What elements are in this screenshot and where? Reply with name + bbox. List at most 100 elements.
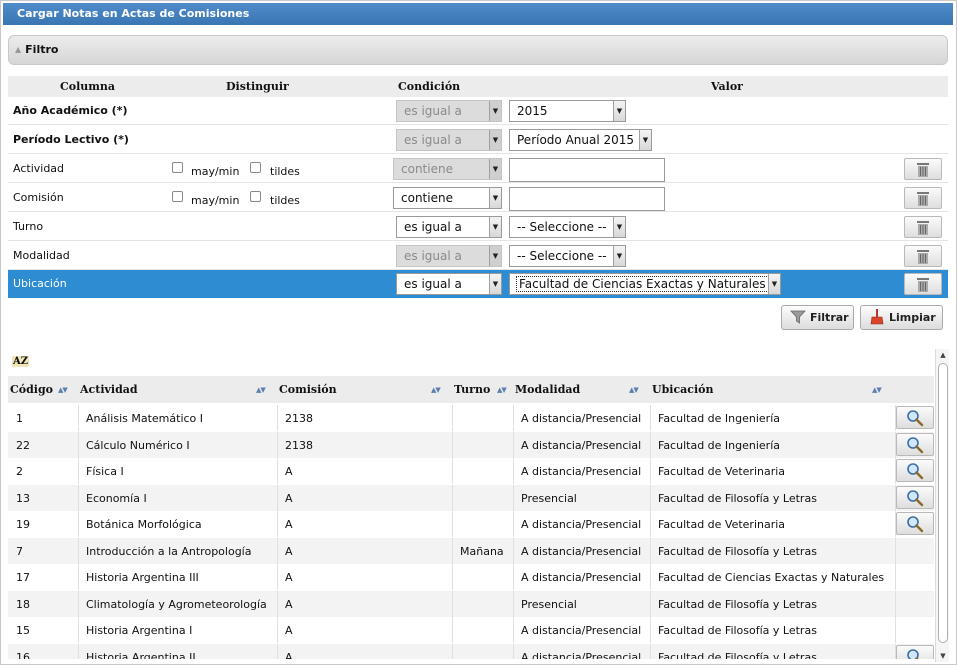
sort-arrows-icon[interactable]: ▲▼ [256, 385, 266, 394]
accent-checkbox[interactable] [250, 191, 261, 202]
dropdown-arrow-icon: ▼ [489, 188, 501, 208]
dropdown-arrow-icon: ▼ [613, 101, 625, 121]
table-row[interactable]: 19 Botánica Morfológica A A distancia/Prese… [8, 511, 934, 537]
condition-select[interactable]: contiene ▼ [393, 187, 502, 209]
cell-codigo: 17 [16, 571, 30, 584]
cell-modalidad: Presencial [521, 598, 577, 611]
delete-filter-button[interactable] [904, 187, 942, 209]
value-select[interactable]: Período Anual 2015 ▼ [509, 129, 652, 151]
cell-modalidad: A distancia/Presencial [521, 439, 642, 452]
cell-ubicacion: Facultad de Veterinaria [658, 518, 786, 531]
filter-header: Columna Distinguir Condición Valor [8, 76, 948, 97]
header-distinguir: Distinguir [226, 80, 289, 93]
col-ubicacion[interactable]: Ubicación [652, 383, 714, 396]
column-divider [650, 405, 651, 431]
cell-comision: A [285, 465, 293, 478]
cell-modalidad: A distancia/Presencial [521, 651, 642, 659]
sort-arrows-icon[interactable]: ▲▼ [431, 385, 441, 394]
column-divider [78, 458, 79, 484]
scroll-down-icon[interactable]: ▼ [938, 651, 948, 661]
filter-label: Ubicación [13, 277, 67, 290]
col-turno[interactable]: Turno [454, 383, 490, 396]
case-checkbox[interactable] [172, 162, 183, 173]
magnifier-icon [907, 410, 924, 427]
table-row[interactable]: 13 Economía I A Presencial Facultad de Filos… [8, 485, 934, 511]
cell-modalidad: A distancia/Presencial [521, 624, 642, 637]
cell-comision: A [285, 651, 293, 659]
column-divider [277, 617, 278, 643]
condition-select[interactable]: es igual a ▼ [396, 273, 502, 295]
cell-codigo: 2 [16, 465, 23, 478]
filter-section-toggle[interactable]: ▲ Filtro [8, 35, 948, 65]
sort-arrows-icon[interactable]: ▲▼ [629, 385, 639, 394]
delete-filter-button[interactable] [904, 245, 942, 267]
scroll-up-icon[interactable]: ▲ [938, 350, 948, 360]
column-divider [78, 405, 79, 431]
cell-modalidad: Presencial [521, 492, 577, 505]
table-row[interactable]: 22 Cálculo Numérico I 2138 A distancia/Pres… [8, 432, 934, 458]
col-actividad[interactable]: Actividad [80, 383, 138, 396]
table-row[interactable]: 2 Física I A A distancia/Presencial Facultad… [8, 458, 934, 484]
cell-codigo: 22 [16, 439, 30, 452]
dropdown-arrow-icon: ▼ [489, 274, 501, 294]
table-row[interactable]: 7 Introducción a la Antropología A Mañana A … [8, 538, 934, 564]
cell-comision: A [285, 545, 293, 558]
case-checkbox[interactable] [172, 191, 183, 202]
comision-input[interactable] [509, 187, 665, 211]
table-row[interactable]: 1 Análisis Matemático I 2138 A distancia/Pr… [8, 405, 934, 431]
table-row[interactable]: 17 Historia Argentina III A A distancia/Pre… [8, 564, 934, 590]
condition-select: es igual a ▼ [396, 245, 502, 267]
dropdown-arrow-icon: ▼ [489, 246, 501, 266]
cell-ubicacion: Facultad de Filosofía y Letras [658, 545, 817, 558]
cell-actividad: Climatología y Agrometeorología [86, 598, 267, 611]
sort-az-icon[interactable]: AZ [12, 356, 30, 367]
cell-codigo: 16 [16, 651, 30, 659]
delete-filter-button[interactable] [904, 273, 942, 295]
sort-arrows-icon[interactable]: ▲▼ [497, 385, 507, 394]
value-select[interactable]: Facultad de Ciencias Exactas y Naturales… [509, 273, 781, 295]
table-row[interactable]: 16 Historia Argentina II A A distancia/Pres… [8, 644, 934, 659]
value-select[interactable]: -- Seleccione -- ▼ [509, 245, 626, 267]
dropdown-arrow-icon: ▼ [489, 101, 501, 121]
view-button[interactable] [896, 512, 934, 535]
col-comision[interactable]: Comisión [279, 383, 337, 396]
clear-button[interactable]: Limpiar [860, 305, 943, 330]
filter-label: Turno [13, 220, 44, 233]
value-select[interactable]: 2015 ▼ [509, 100, 626, 122]
table-scrollbar[interactable]: ▲ ▼ [935, 349, 949, 662]
delete-filter-button[interactable] [904, 216, 942, 238]
column-divider [513, 458, 514, 484]
view-button[interactable] [896, 459, 934, 482]
filter-button[interactable]: Filtrar [781, 305, 854, 330]
cell-comision: A [285, 624, 293, 637]
cell-actividad: Historia Argentina II [86, 651, 196, 659]
view-button[interactable] [896, 406, 934, 429]
sort-arrows-icon[interactable]: ▲▼ [58, 385, 68, 394]
col-codigo[interactable]: Código [10, 383, 53, 396]
column-divider [650, 644, 651, 659]
view-button[interactable] [896, 486, 934, 509]
filter-row-comision: Comisión may/min tildes contiene ▼ [8, 184, 948, 212]
value-select[interactable]: -- Seleccione -- ▼ [509, 216, 626, 238]
delete-filter-button[interactable] [904, 158, 942, 180]
column-divider [78, 617, 79, 643]
column-divider [78, 564, 79, 590]
table-row[interactable]: 18 Climatología y Agrometeorología A Presen… [8, 591, 934, 617]
cell-ubicacion: Facultad de Veterinaria [658, 465, 786, 478]
table-row[interactable]: 15 Historia Argentina I A A distancia/Prese… [8, 617, 934, 643]
scrollbar-thumb[interactable] [938, 363, 948, 643]
accent-checkbox[interactable] [250, 162, 261, 173]
cell-modalidad: A distancia/Presencial [521, 571, 642, 584]
sort-arrows-icon[interactable]: ▲▼ [872, 385, 882, 394]
view-button[interactable] [896, 433, 934, 456]
column-divider [277, 485, 278, 511]
col-modalidad[interactable]: Modalidad [515, 383, 580, 396]
condition-select[interactable]: es igual a ▼ [396, 216, 502, 238]
cell-ubicacion: Facultad de Filosofía y Letras [658, 624, 817, 637]
view-button[interactable] [896, 645, 934, 659]
cell-codigo: 18 [16, 598, 30, 611]
column-divider [513, 511, 514, 537]
cell-codigo: 7 [16, 545, 23, 558]
actividad-input[interactable] [509, 158, 665, 182]
column-divider [277, 458, 278, 484]
